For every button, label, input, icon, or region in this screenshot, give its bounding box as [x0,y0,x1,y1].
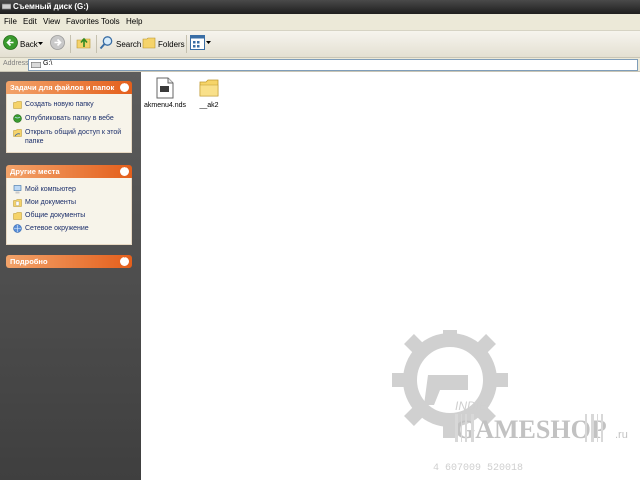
menu-view[interactable]: View [43,17,60,26]
views-grid-icon [190,35,205,50]
toolbar-separator [96,35,97,53]
network-icon [13,224,22,233]
watermark-indie: INDIE [455,399,488,413]
folders-icon [142,37,156,49]
collapse-chevron-icon[interactable]: ˆ [120,167,129,176]
forward-button[interactable] [50,34,67,54]
menu-tools[interactable]: Tools [101,17,120,26]
file-name: __ak2 [199,102,219,109]
search-icon [99,36,113,50]
gameshop-watermark: INDIE GAMESHOP .ru 4 607009 520018 [385,322,635,480]
task-pane: Задачи для файлов и папок ˆ Создать нову… [0,72,141,480]
my-documents-icon [13,199,22,207]
menu-file[interactable]: File [4,17,17,26]
panel-title: Подробно [10,257,48,266]
panel-title: Другие места [10,167,60,176]
panel-header[interactable]: Другие места ˆ [6,165,132,178]
search-label: Search [116,40,142,49]
share-folder-icon [13,129,22,137]
toolbar-separator [186,35,187,53]
address-bar: Address G:\ [0,58,640,72]
menu-favorites[interactable]: Favorites [66,17,99,26]
panel-header[interactable]: Задачи для файлов и папок ˆ [6,81,132,94]
forward-arrow-icon [50,35,65,50]
collapse-chevron-icon[interactable]: ˆ [120,83,129,92]
computer-icon [13,185,22,194]
file-item-akmenu4[interactable]: akmenu4.nds [141,77,189,109]
gear-logo-icon: INDIE GAMESHOP .ru 4 607009 520018 [392,322,628,474]
toolbar-separator [70,35,71,53]
menu-help[interactable]: Help [126,17,142,26]
file-name: akmenu4.nds [143,102,187,109]
back-label: Back [20,40,38,49]
panel-title: Задачи для файлов и папок [10,83,115,92]
new-folder-icon [13,101,22,109]
panel-details: Подробно ˇ [6,255,132,268]
expand-chevron-icon[interactable]: ˇ [120,257,129,266]
panel-other-places: Другие места ˆ Мой компьютер Мои докумен… [6,165,132,245]
drive-icon [2,3,11,10]
address-field[interactable]: G:\ [28,59,638,71]
drive-icon [31,62,41,68]
views-button[interactable] [190,34,212,54]
folders-button[interactable]: Folders [142,34,185,54]
watermark-barcode: 4 607009 520018 [433,463,523,474]
folder-icon [199,79,219,97]
window-title: Съемный диск (G:) [13,2,89,11]
panel-body: Мой компьютер Мои документы Общие докуме… [6,178,132,245]
back-dropdown[interactable] [37,34,45,54]
watermark-brand: GAMESHOP [455,415,607,444]
panel-file-tasks: Задачи для файлов и папок ˆ Создать нову… [6,81,132,153]
toolbar: Back Search Folders [0,31,640,58]
search-button[interactable]: Search [99,34,142,54]
up-folder-button[interactable] [76,34,94,54]
menu-bar: File Edit View Favorites Tools Help [0,14,640,31]
panel-body: Создать новую папку Опубликовать папку в… [6,94,132,153]
web-publish-icon [13,114,22,123]
dropdown-arrow-icon [38,42,43,45]
watermark-suffix: .ru [615,429,628,441]
back-arrow-icon [3,35,18,50]
panel-header[interactable]: Подробно ˇ [6,255,132,268]
shared-documents-icon [13,212,22,220]
document-file-icon [156,77,174,99]
title-bar: Съемный диск (G:) [0,0,640,14]
file-item-ak2[interactable]: __ak2 [185,77,233,109]
address-value: G:\ [43,60,53,67]
folders-label: Folders [158,40,185,49]
address-label: Address [3,60,29,67]
menu-edit[interactable]: Edit [23,17,37,26]
dropdown-arrow-icon [206,41,211,44]
up-folder-icon [76,37,91,49]
